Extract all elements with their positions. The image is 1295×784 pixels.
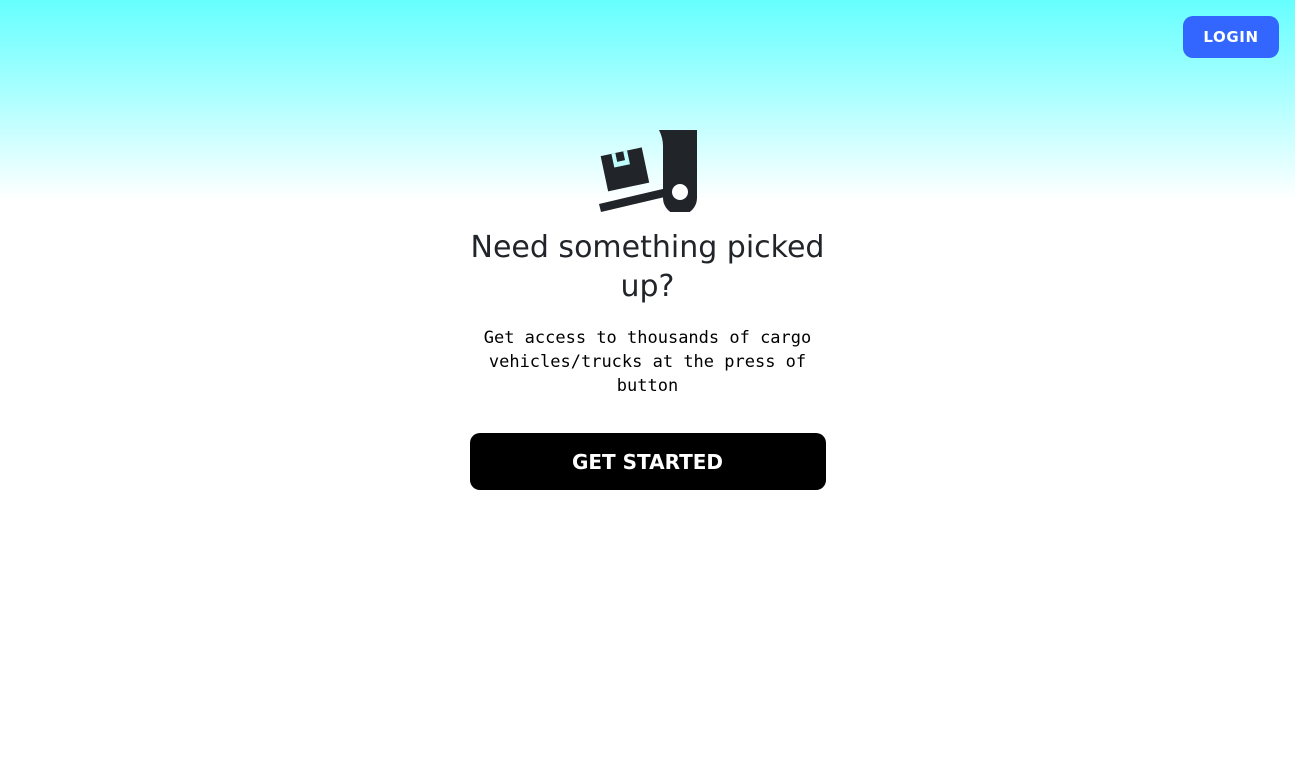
hero-section: Need something picked up? Get access to … <box>0 128 1295 490</box>
get-started-button[interactable]: GET STARTED <box>469 433 826 490</box>
dolly-box-icon <box>598 130 697 212</box>
hero-title: Need something picked up? <box>470 230 825 304</box>
login-button[interactable]: LOGIN <box>1183 16 1279 58</box>
hero-subtitle: Get access to thousands of cargo vehicle… <box>483 328 812 396</box>
